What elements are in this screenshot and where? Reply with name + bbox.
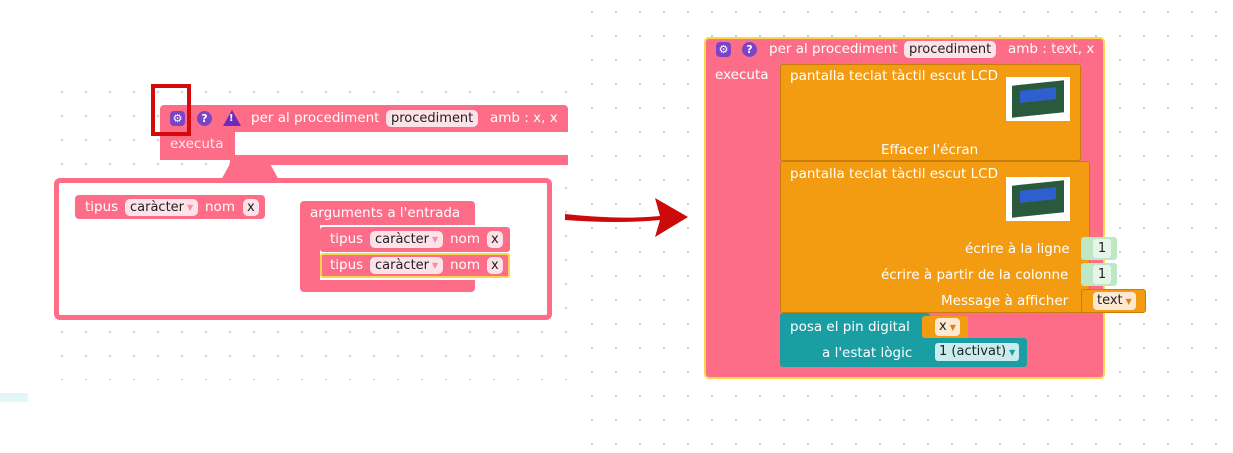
selection-highlight (151, 84, 191, 136)
item2-name-field[interactable]: x (487, 257, 503, 274)
left-procedure-prefix: per al procediment (251, 110, 380, 126)
gear-icon-right[interactable]: ⚙ (716, 42, 731, 57)
item1-type-dropdown[interactable]: caràcter ▼ (370, 231, 444, 248)
lcd-image-2 (1006, 177, 1070, 221)
lcd2-msg-label: Message à afficher (941, 293, 1069, 309)
item1-type-label: tipus (330, 231, 364, 247)
left-procedure-bottom (230, 155, 568, 165)
msg-variable-dropdown[interactable]: text ▼ (1093, 292, 1136, 310)
lcd1-title: pantalla teclat tàctil escut LCD (790, 68, 998, 84)
lcd2-col-label: écrire à partir de la colonne (881, 267, 1069, 283)
help-icon-right[interactable]: ? (742, 42, 757, 57)
item1-name-field[interactable]: x (487, 231, 503, 248)
lcd1-action: Effacer l'écran (881, 142, 979, 158)
arrow-icon (565, 198, 688, 237)
left-executa-label: executa (170, 136, 224, 152)
pin-state-dropdown[interactable]: 1 (activat) ▼ (935, 343, 1020, 361)
toolbox-edge (0, 393, 28, 402)
right-procedure-name-field[interactable]: procediment (904, 41, 997, 58)
item2-type-label: tipus (330, 257, 364, 273)
arguments-container-label: arguments a l'entrada (310, 205, 461, 221)
lcd-image (1006, 77, 1070, 121)
pin-state-label: a l'estat lògic (822, 345, 913, 361)
col-number-field[interactable]: 1 (1093, 265, 1111, 284)
row-number-field[interactable]: 1 (1093, 239, 1111, 258)
pin-variable-dropdown[interactable]: x ▼ (935, 318, 960, 336)
item1-nom-label: nom (450, 231, 480, 247)
lcd2-title: pantalla teclat tàctil escut LCD (790, 166, 998, 182)
left-procedure-name-field[interactable]: procediment (386, 110, 479, 127)
param-type-label: tipus (85, 199, 119, 215)
pin-label: posa el pin digital (790, 319, 910, 335)
arguments-container-bottom (300, 280, 475, 292)
left-procedure-args: amb : x, x (490, 110, 558, 126)
arguments-container-side (300, 225, 320, 280)
right-executa-label: executa (715, 67, 769, 83)
param-type-dropdown[interactable]: caràcter ▼ (125, 199, 199, 216)
help-icon[interactable]: ? (197, 111, 212, 126)
item2-type-dropdown[interactable]: caràcter ▼ (370, 257, 444, 274)
right-procedure-args: amb : text, x (1008, 41, 1095, 57)
warning-icon[interactable]: ! (223, 110, 241, 126)
param-nom-label: nom (205, 199, 235, 215)
right-procedure-prefix: per al procediment (769, 41, 898, 57)
lcd2-row-label: écrire à la ligne (965, 241, 1070, 257)
param-name-field[interactable]: x (243, 199, 259, 216)
item2-nom-label: nom (450, 257, 480, 273)
